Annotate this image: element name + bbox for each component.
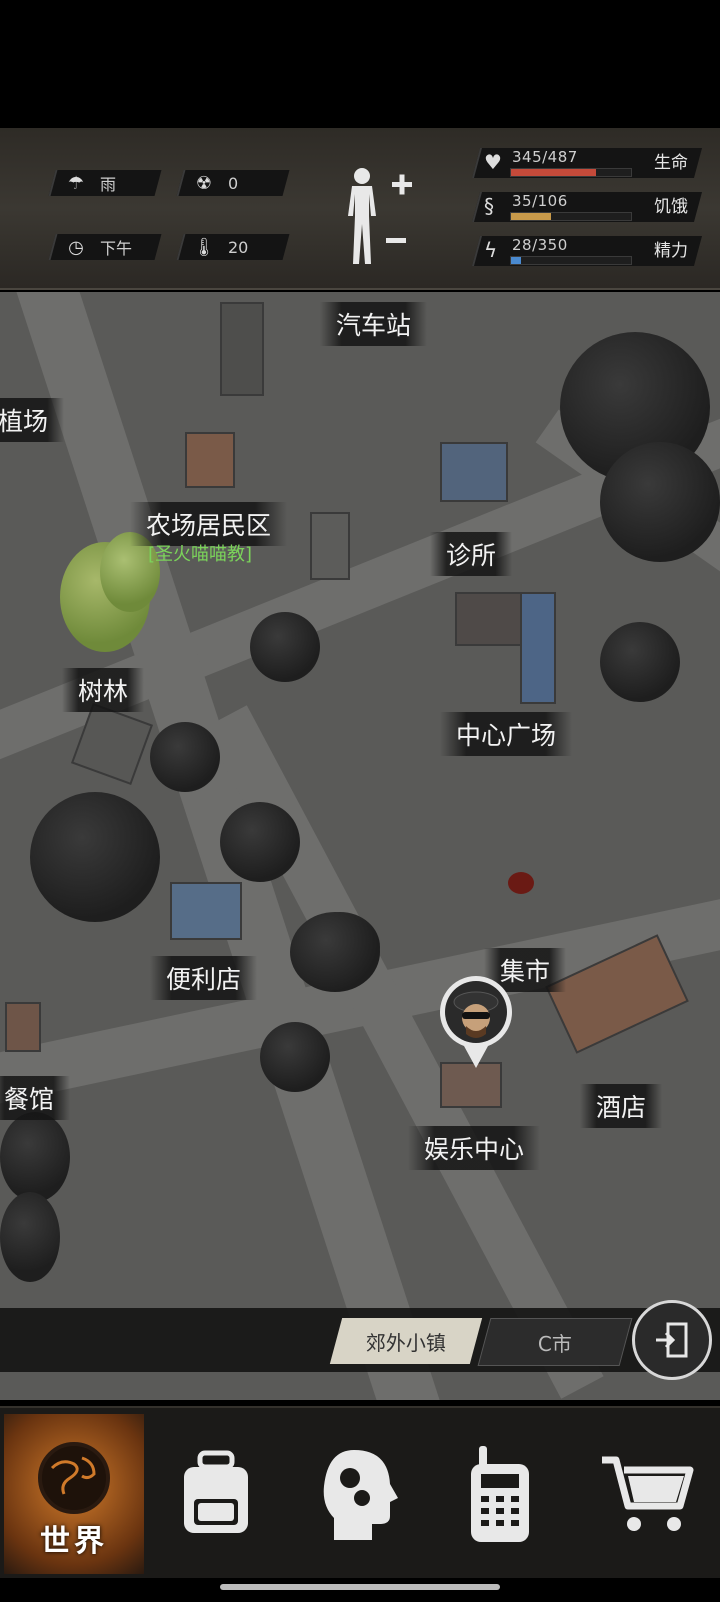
body-status-button[interactable] [346, 164, 418, 268]
hunger-stat: § 35/106 饥饿 [471, 188, 706, 226]
energy-stat: ϟ 28/350 精力 [471, 232, 706, 270]
world-label: 世界 [40, 1524, 108, 1559]
energy-icon: ϟ [484, 238, 498, 262]
cloud-rain-icon: ☂ [67, 172, 85, 194]
hunger-bar-fill [511, 213, 551, 220]
backpack-icon [184, 1450, 248, 1533]
location-hotel[interactable]: 酒店 [580, 1084, 663, 1128]
health-bar-fill [511, 169, 596, 176]
head-gears-icon [323, 1450, 398, 1540]
thermometer-icon: 🌡 [192, 236, 216, 258]
player-marker[interactable] [438, 976, 514, 1068]
radio-icon [471, 1446, 529, 1542]
player-avatar-icon [440, 976, 512, 1068]
location-entertainment-center[interactable]: 娱乐中心 [408, 1126, 541, 1170]
energy-bar-fill [511, 257, 521, 264]
exit-door-icon [656, 1322, 688, 1358]
globe-icon [38, 1442, 110, 1514]
time-indicator: ◷ 下午 [48, 234, 162, 260]
heart-pulse-icon: ♥ [484, 150, 502, 174]
nav-backpack-button[interactable] [146, 1414, 286, 1574]
radiation-icon: ☢ [195, 172, 213, 194]
temperature-indicator: 🌡 20 [176, 234, 290, 260]
exit-button[interactable] [632, 1300, 712, 1380]
region-switcher: 郊外小镇 C市 [0, 1300, 720, 1380]
nav-shop-button[interactable] [576, 1414, 716, 1574]
location-clinic[interactable]: 诊所 [430, 532, 513, 576]
nav-skills-button[interactable] [290, 1414, 430, 1574]
faction-label: [圣火喵喵教] [148, 544, 253, 565]
human-figure-icon [348, 168, 412, 264]
bottom-navigation: 世界 [0, 1406, 720, 1578]
cart-icon [602, 1456, 694, 1531]
clock-icon: ◷ [68, 236, 84, 258]
location-bus-station[interactable]: 汽车站 [320, 302, 428, 346]
nav-world-button[interactable]: 世界 [4, 1414, 144, 1574]
region-tab-c-city[interactable]: C市 [477, 1318, 633, 1366]
location-restaurant[interactable]: 餐馆 [0, 1076, 71, 1120]
location-convenience-store[interactable]: 便利店 [150, 956, 258, 1000]
location-forest[interactable]: 树林 [62, 668, 145, 712]
health-stat: ♥ 345/487 生命 [471, 144, 706, 182]
radiation-indicator: ☢ 0 [176, 170, 290, 196]
location-farm[interactable]: 植场 [0, 398, 65, 442]
status-hud: ☂ 雨 ☢ 0 ◷ 下午 🌡 20 ♥ 345/487 生命 § 35/106 饥饿 [0, 128, 720, 290]
weather-indicator: ☂ 雨 [48, 170, 162, 196]
region-tab-suburb[interactable]: 郊外小镇 [329, 1318, 483, 1364]
home-indicator[interactable] [220, 1584, 500, 1590]
stomach-icon: § [484, 194, 494, 218]
world-map[interactable]: 汽车站 植场 农场居民区 [圣火喵喵教] 诊所 树林 中心广场 集市 便利店 餐… [0, 292, 720, 1400]
nav-radio-button[interactable] [430, 1414, 570, 1574]
location-central-square[interactable]: 中心广场 [440, 712, 573, 756]
